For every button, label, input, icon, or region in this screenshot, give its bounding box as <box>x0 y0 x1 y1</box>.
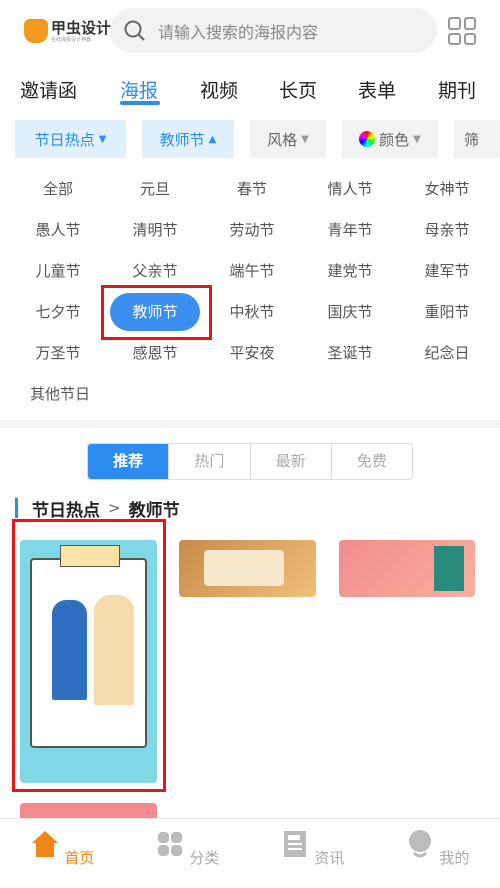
filter-teachers-day[interactable]: 教师节 ▲ <box>142 120 234 158</box>
caret-up-icon: ▲ <box>208 133 217 145</box>
tab-form[interactable]: 表单 <box>358 76 396 103</box>
tab-video[interactable]: 视频 <box>200 76 238 103</box>
caret-down-icon: ▼ <box>98 133 107 145</box>
holiday-option[interactable]: 愚人节 <box>13 211 103 249</box>
news-icon <box>283 831 306 857</box>
poster-thumbnail <box>204 550 284 586</box>
search-icon <box>124 20 145 41</box>
holiday-option[interactable]: 清明节 <box>110 211 200 249</box>
logo-subtitle: 在线海报设计神器 <box>51 37 92 43</box>
poster-thumbnail <box>434 546 464 591</box>
holiday-option[interactable]: 春节 <box>207 170 297 208</box>
filter-more[interactable]: 筛 <box>454 120 500 158</box>
search-placeholder: 请输入搜索的海报内容 <box>158 22 319 42</box>
breadcrumb: 节日热点 > 教师节 <box>15 496 180 521</box>
filter-label: 节日热点 <box>34 130 95 149</box>
category-icon <box>157 832 182 856</box>
holiday-option[interactable]: 劳动节 <box>207 211 297 249</box>
holiday-option[interactable]: 建党节 <box>305 252 395 290</box>
filter-label: 教师节 <box>159 130 205 149</box>
holiday-option[interactable]: 端午节 <box>207 252 297 290</box>
filter-color[interactable]: 颜色 ▼ <box>342 120 438 158</box>
caret-down-icon: ▼ <box>413 133 421 145</box>
tab-poster[interactable]: 海报 <box>120 76 158 103</box>
holiday-option[interactable]: 重阳节 <box>402 293 492 331</box>
bottom-nav-label: 首页 <box>64 849 95 867</box>
holiday-option[interactable]: 其他节日 <box>15 375 105 413</box>
holiday-option[interactable]: 纪念日 <box>402 334 492 372</box>
active-tab-indicator <box>120 101 160 105</box>
section-divider <box>0 420 500 428</box>
tab-invitation[interactable]: 邀请函 <box>20 76 77 103</box>
bottom-nav-news[interactable]: 资讯 <box>272 829 352 868</box>
sort-newest[interactable]: 最新 <box>249 444 331 479</box>
sort-recommended[interactable]: 推荐 <box>88 444 169 479</box>
holiday-option[interactable]: 建军节 <box>402 252 492 290</box>
holiday-option[interactable]: 平安夜 <box>207 334 297 372</box>
sort-tabs: 推荐 热门 最新 免费 <box>87 443 413 480</box>
bottom-nav: 首页 分类 资讯 我的 <box>0 818 500 888</box>
search-input[interactable]: 请输入搜索的海报内容 <box>110 8 437 53</box>
bottom-nav-label: 分类 <box>189 849 220 867</box>
holiday-option[interactable]: 中秋节 <box>207 293 297 331</box>
bottom-nav-category[interactable]: 分类 <box>147 829 227 868</box>
breadcrumb-separator: > <box>108 499 121 517</box>
filter-label: 风格 <box>267 130 298 149</box>
bottom-nav-label: 资讯 <box>314 849 345 867</box>
logo[interactable]: 甲虫设计 在线海报设计神器 <box>24 18 111 44</box>
logo-text: 甲虫设计 <box>51 19 112 37</box>
holiday-option[interactable]: 国庆节 <box>305 293 395 331</box>
apps-grid-icon[interactable] <box>448 17 476 45</box>
holiday-option[interactable]: 七夕节 <box>13 293 103 331</box>
profile-icon <box>408 830 431 858</box>
holiday-option[interactable]: 母亲节 <box>402 211 492 249</box>
highlight-box <box>12 519 166 792</box>
holiday-option[interactable]: 万圣节 <box>13 334 103 372</box>
highlight-box <box>101 285 212 340</box>
bottom-nav-label: 我的 <box>439 849 470 867</box>
breadcrumb-current: 教师节 <box>128 500 180 521</box>
poster-card[interactable] <box>339 540 475 597</box>
sort-hot[interactable]: 热门 <box>168 444 249 479</box>
breadcrumb-accent-bar <box>15 498 18 518</box>
bottom-nav-home[interactable]: 首页 <box>22 829 102 868</box>
color-wheel-icon <box>359 131 376 147</box>
bottom-nav-profile[interactable]: 我的 <box>397 829 477 868</box>
breadcrumb-parent[interactable]: 节日热点 <box>32 496 100 521</box>
holiday-option[interactable]: 全部 <box>13 170 103 208</box>
poster-card[interactable] <box>20 803 157 818</box>
filter-label: 颜色 <box>379 130 410 149</box>
sort-free[interactable]: 免费 <box>330 444 412 479</box>
category-tabs: 邀请函 海报 视频 长页 表单 期刊 <box>0 72 500 106</box>
holiday-option[interactable]: 圣诞节 <box>305 334 395 372</box>
poster-card[interactable] <box>179 540 316 597</box>
holiday-option[interactable]: 青年节 <box>305 211 395 249</box>
holiday-option[interactable]: 元旦 <box>110 170 200 208</box>
filter-style[interactable]: 风格 ▼ <box>250 120 326 158</box>
holiday-option[interactable]: 女神节 <box>402 170 492 208</box>
filter-label: 筛 <box>464 130 480 149</box>
tab-journal[interactable]: 期刊 <box>438 76 476 103</box>
beetle-logo-icon <box>24 19 48 43</box>
holiday-option[interactable]: 情人节 <box>305 170 395 208</box>
holiday-option[interactable]: 儿童节 <box>13 252 103 290</box>
tab-long-page[interactable]: 长页 <box>279 76 317 103</box>
home-icon <box>31 831 58 857</box>
filter-holiday[interactable]: 节日热点 ▼ <box>15 120 126 158</box>
caret-down-icon: ▼ <box>301 133 309 145</box>
